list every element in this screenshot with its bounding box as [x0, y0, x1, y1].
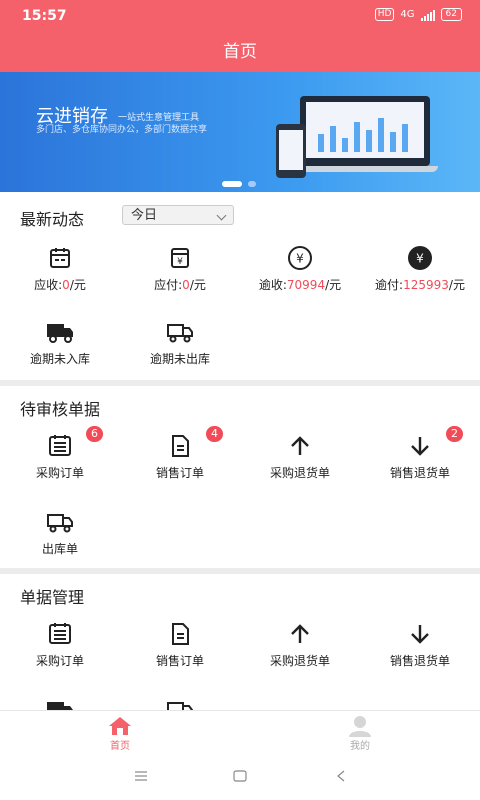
docs-sales-return-label: 销售退货单: [389, 654, 450, 668]
truck-filled-icon: [0, 318, 120, 346]
pending-purchase-order-label: 采购订单: [35, 466, 84, 480]
chevron-down-icon: [216, 210, 227, 221]
date-filter-select[interactable]: 今日: [122, 205, 234, 225]
app-header: 首页: [0, 32, 480, 72]
battery-icon: 62: [440, 8, 462, 21]
network-type: 4G: [400, 9, 415, 20]
pending-purchase-return[interactable]: 采购退货单: [240, 432, 360, 480]
pending-outbound-label: 出库单: [41, 542, 78, 556]
date-filter-value: 今日: [131, 208, 158, 223]
stat-overdue-receivable-unit: /元: [325, 278, 342, 292]
arrow-down-icon: [360, 620, 480, 648]
banner-subtitle: 多门店、多仓库协同办公，多部门数据共享: [36, 125, 208, 135]
arrow-up-icon: [240, 620, 360, 648]
svg-text:¥: ¥: [177, 257, 183, 267]
tab-home[interactable]: 首页: [0, 715, 240, 752]
svg-text:¥: ¥: [296, 252, 304, 266]
stat-overdue-receivable[interactable]: ¥ 逾收:70994/元: [240, 244, 360, 292]
stat-overdue-payable[interactable]: ¥ 逾付:125993/元: [360, 244, 480, 292]
badge-count: 4: [206, 426, 223, 442]
overdue-not-inbound-label: 逾期未入库: [29, 352, 90, 366]
pending-sales-return-label: 销售退货单: [389, 466, 450, 480]
stat-overdue-payable-unit: /元: [448, 278, 465, 292]
stat-overdue-payable-label: 逾付:: [375, 278, 404, 292]
stat-receivable-unit: /元: [69, 278, 86, 292]
stat-overdue-payable-value: 125993: [403, 278, 449, 292]
pending-sales-return[interactable]: 2 销售退货单: [360, 426, 480, 480]
svg-text:¥: ¥: [416, 252, 424, 266]
docs-purchase-order[interactable]: 采购订单: [0, 620, 120, 668]
docs-title: 单据管理: [20, 588, 85, 607]
home-square-icon[interactable]: [233, 770, 247, 786]
stat-payable-label: 应付:: [154, 278, 183, 292]
home-icon: [0, 715, 240, 737]
page-title: 首页: [223, 42, 257, 62]
badge-count: 6: [86, 426, 103, 442]
overdue-not-outbound[interactable]: 逾期未出库: [120, 318, 240, 366]
stat-payable-unit: /元: [189, 278, 206, 292]
overdue-not-outbound-label: 逾期未出库: [149, 352, 210, 366]
docs-sales-order[interactable]: 销售订单: [120, 620, 240, 668]
bottom-tab-bar: 首页 我的: [0, 710, 480, 759]
docs-purchase-return[interactable]: 采购退货单: [240, 620, 360, 668]
laptop-base: [292, 166, 438, 172]
tab-mine[interactable]: 我的: [240, 715, 480, 752]
docs-next-item[interactable]: [120, 696, 240, 710]
stat-payable-value: 0: [182, 278, 190, 292]
calendar-icon: [0, 244, 120, 272]
menu-icon[interactable]: [134, 770, 148, 786]
promo-banner[interactable]: 云进销存 一站式生意管理工具 多门店、多仓库协同办公，多部门数据共享: [0, 72, 480, 192]
pending-sales-order[interactable]: 4 销售订单: [120, 426, 240, 480]
pending-purchase-order[interactable]: 6 采购订单: [0, 426, 120, 480]
arrow-up-icon: [240, 432, 360, 460]
stat-overdue-receivable-label: 逾收:: [258, 278, 287, 292]
doc-icon: [120, 620, 240, 648]
yen-circle-filled-icon: ¥: [360, 244, 480, 272]
pending-outbound[interactable]: 出库单: [0, 508, 120, 556]
truck-outline-icon: [0, 508, 120, 536]
pending-sales-order-label: 销售订单: [155, 466, 204, 480]
stat-receivable-label: 应收:: [34, 278, 63, 292]
truck-outline-icon: [120, 696, 240, 710]
back-icon[interactable]: [336, 770, 346, 786]
section-divider: [0, 568, 480, 574]
stat-payable[interactable]: ¥ 应付:0/元: [120, 244, 240, 292]
laptop-illustration: [300, 96, 430, 166]
docs-sales-order-label: 销售订单: [155, 654, 204, 668]
pending-title: 待审核单据: [20, 400, 101, 419]
stat-receivable-value: 0: [62, 278, 70, 292]
user-icon: [240, 715, 480, 737]
section-divider: [0, 380, 480, 386]
tab-mine-label: 我的: [350, 741, 370, 752]
pending-purchase-return-label: 采购退货单: [269, 466, 330, 480]
status-time: 15:57: [22, 8, 67, 24]
yen-circle-outline-icon: ¥: [240, 244, 360, 272]
docs-purchase-return-label: 采购退货单: [269, 654, 330, 668]
overdue-not-inbound[interactable]: 逾期未入库: [0, 318, 120, 366]
docs-purchase-order-label: 采购订单: [35, 654, 84, 668]
signal-icon: [420, 9, 435, 21]
list-doc-icon: [0, 620, 120, 648]
stat-receivable[interactable]: 应收:0/元: [0, 244, 120, 292]
badge-count: 2: [446, 426, 463, 442]
docs-sales-return[interactable]: 销售退货单: [360, 620, 480, 668]
hd-badge: HD: [374, 8, 395, 21]
carousel-dots[interactable]: [222, 181, 256, 187]
system-nav-bar: [0, 758, 480, 800]
tab-home-label: 首页: [110, 741, 130, 752]
latest-title: 最新动态: [20, 210, 85, 229]
truck-filled-icon: [0, 696, 120, 710]
status-indicators: HD 4G 62: [374, 8, 462, 21]
status-bar: 15:57 HD 4G 62: [0, 0, 480, 32]
cabinet-yen-icon: ¥: [120, 244, 240, 272]
stat-overdue-receivable-value: 70994: [286, 278, 326, 292]
docs-next-item[interactable]: [0, 696, 120, 710]
phone-illustration: [276, 124, 306, 178]
truck-outline-icon: [120, 318, 240, 346]
